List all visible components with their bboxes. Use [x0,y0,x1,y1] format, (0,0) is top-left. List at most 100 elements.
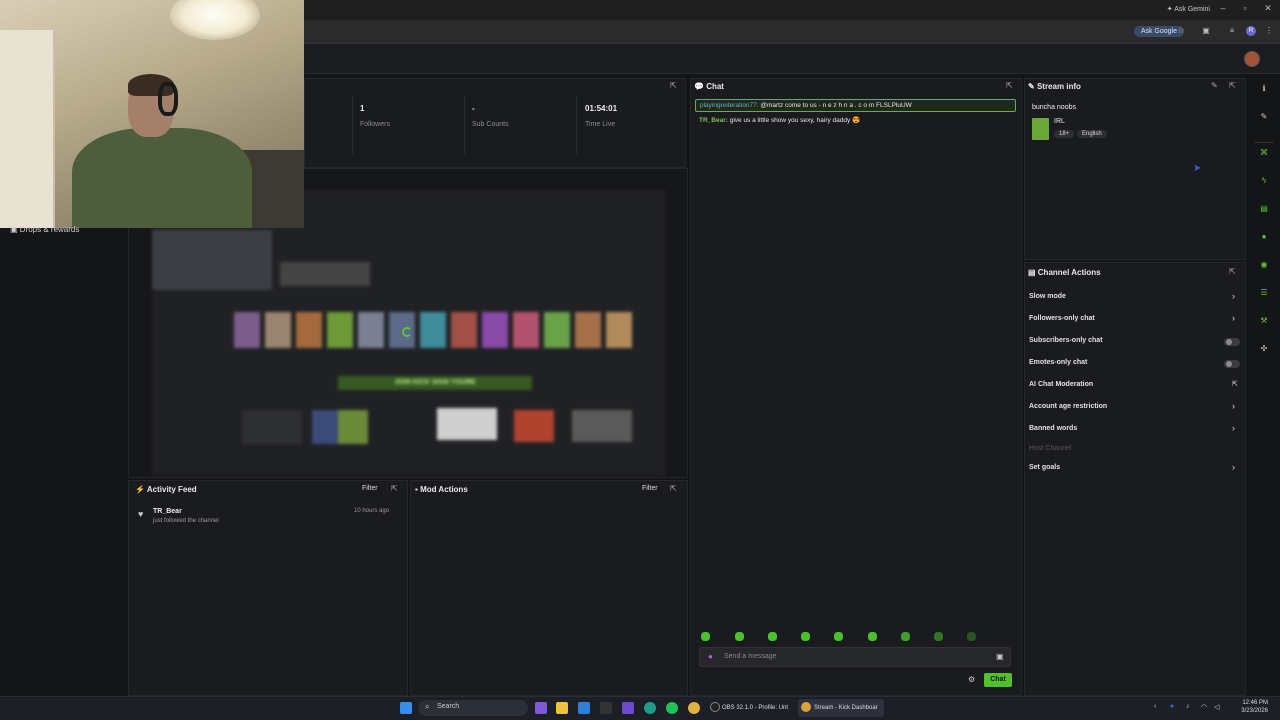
teams-icon[interactable] [622,702,634,714]
user-avatar[interactable] [1244,51,1260,67]
add-widget-icon[interactable]: ✣ [1258,343,1270,355]
emote-icon[interactable] [834,632,843,641]
popout-stream-info-icon[interactable]: ⇱ [1229,81,1236,90]
action-followers-only[interactable]: Followers-only chat [1029,315,1095,322]
file-explorer-icon[interactable] [556,702,568,714]
stat-divider [464,96,465,154]
copilot-icon[interactable] [535,702,547,714]
preview-thumb [234,312,260,348]
taskbar-task-chrome[interactable]: Stream - Kick Dashboar [798,699,884,717]
system-clock[interactable]: 12:46 PM 3/23/2026 [1241,699,1268,715]
taskbar-task-obs[interactable]: OBS 32.1.0 - Profile: Unt [706,699,794,717]
volume-icon[interactable]: ◁ [1214,703,1219,711]
tray-overflow-icon[interactable]: ‹ [1154,703,1156,710]
store-icon[interactable] [578,702,590,714]
action-banned-words[interactable]: Banned words [1029,425,1077,432]
broadcast-icon[interactable]: ◉ [1258,259,1270,271]
emote-icon[interactable] [934,632,943,641]
stat-label: Followers [360,121,390,128]
action-account-age[interactable]: Account age restriction [1029,403,1107,410]
action-set-goals[interactable]: Set goals [1029,464,1060,471]
chevron-right-icon[interactable]: › [1232,462,1235,472]
task-label: Stream - Kick Dashboar [814,705,878,711]
edge-icon[interactable] [644,702,656,714]
action-subscribers-only: Subscribers-only chat [1029,337,1103,344]
wrench-icon[interactable]: ⚒ [1258,315,1270,327]
chevron-right-icon[interactable]: › [1232,313,1235,323]
preview-thumb [451,312,477,348]
chat-placeholder: Send a message [724,653,777,660]
chat-message: TR_Bear: give us a little show you sexy,… [699,116,860,126]
browser-menu-icon[interactable]: ⋮ [1263,25,1275,37]
chrome-icon[interactable] [688,702,700,714]
emote-icon[interactable] [768,632,777,641]
extensions-icon[interactable]: ≡ [1226,25,1238,37]
mouse-cursor: ➤ [1193,163,1202,174]
terminal-icon[interactable] [600,702,612,714]
info-icon[interactable]: ℹ [1258,83,1270,95]
activity-filter-button[interactable]: Filter [362,485,378,492]
ask-gemini-button[interactable]: ✦ Ask Gemini [1161,3,1216,15]
action-slow-mode[interactable]: Slow mode [1029,293,1066,300]
stat-value: 01:54:01 [585,104,618,113]
preview-thumb [513,312,539,348]
emote-icon[interactable] [901,632,910,641]
preview-thumb [544,312,570,348]
popout-mod-icon[interactable]: ⇱ [670,484,677,493]
chat-title-text: Chat [706,82,724,91]
close-icon[interactable]: ✕ [1261,3,1275,14]
wifi-icon[interactable]: ◠ [1201,703,1207,711]
sidebar-item-label: Drops & rewards [19,225,80,234]
pinned-message[interactable]: playingreiteration77: @martz come to us … [695,99,1016,112]
lightning-icon[interactable]: ϟ [1258,175,1270,187]
browser-profile-avatar[interactable]: R [1246,26,1256,36]
sidebar-item-drops[interactable]: ▣ Drops & rewards [10,225,79,234]
document-icon[interactable]: ▤ [1258,203,1270,215]
list-icon[interactable]: ☰ [1258,287,1270,299]
maximize-icon[interactable]: ▫ [1238,3,1252,13]
chat-settings-gear-icon[interactable]: ⚙ [968,675,975,684]
microphone-icon[interactable]: ● [708,652,713,661]
chevron-right-icon[interactable]: › [1232,401,1235,411]
emote-icon[interactable] [967,632,976,641]
person-body [72,128,252,228]
spotify-icon[interactable] [666,702,678,714]
emote-icon[interactable] [701,632,710,641]
preview-thumb [482,312,508,348]
activity-user[interactable]: TR_Bear [153,508,182,515]
popout-stats-icon[interactable]: ⇱ [670,81,677,90]
minimize-icon[interactable]: – [1216,3,1230,13]
pinned-text: @martz come to us - n e z h n a . c o m … [760,102,912,109]
popout-channel-actions-icon[interactable]: ⇱ [1229,267,1236,276]
preview-thumb [606,312,632,348]
chat-send-button[interactable]: Chat [984,673,1012,687]
layout-icon[interactable]: ⌘ [1258,147,1270,159]
microphone-tray-icon[interactable]: ♪ [1186,703,1190,710]
pinned-user[interactable]: playingreiteration77: [700,102,759,109]
sidepanel-icon[interactable]: ▣ [1200,25,1212,37]
emotes-only-toggle[interactable] [1224,360,1240,368]
preview-thumb [420,312,446,348]
emote-icon[interactable] [868,632,877,641]
chat-bubble-icon[interactable]: ● [1258,231,1270,243]
popout-chat-icon[interactable]: ⇱ [1006,81,1013,90]
action-ai-moderation[interactable]: AI Chat Moderation [1029,381,1093,388]
chevron-right-icon[interactable]: › [1232,291,1235,301]
edit-icon[interactable]: ✎ [1258,111,1270,123]
taskbar-search[interactable] [418,700,528,716]
edit-stream-info-icon[interactable]: ✎ [1211,81,1218,90]
popout-activity-icon[interactable]: ⇱ [391,484,398,493]
emote-icon[interactable] [801,632,810,641]
chat-username[interactable]: TR_Bear: [699,117,728,124]
start-icon[interactable] [400,702,412,714]
channel-actions-panel [1024,262,1246,696]
emoji-picker-icon[interactable]: ▣ [996,652,1004,661]
mod-filter-button[interactable]: Filter [642,485,658,492]
chevron-right-icon[interactable]: › [1232,423,1235,433]
external-link-icon[interactable]: ⇱ [1232,380,1238,388]
subscribers-only-toggle[interactable] [1224,338,1240,346]
bookmark-star-icon[interactable]: ☆ [1175,25,1187,37]
emote-icon[interactable] [735,632,744,641]
tray-app-icon[interactable]: ● [1170,703,1174,710]
preview-thumb [265,312,291,348]
